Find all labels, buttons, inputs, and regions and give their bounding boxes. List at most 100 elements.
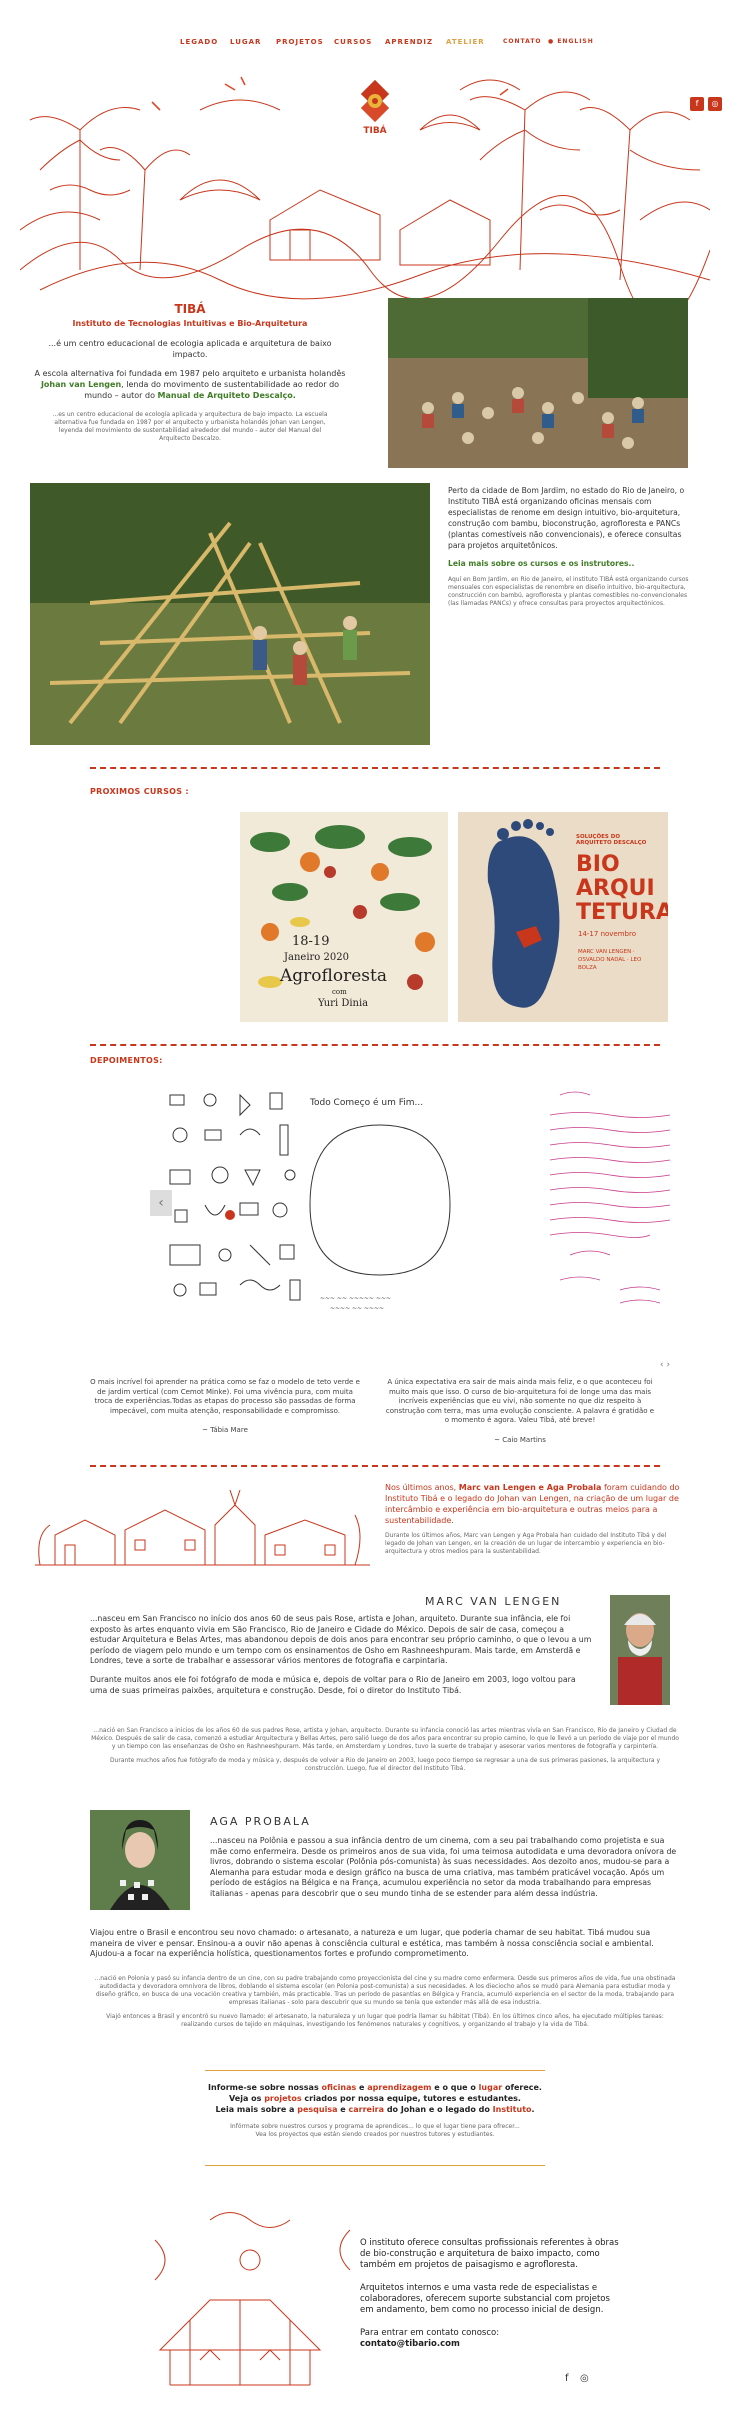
courses-read-more-link[interactable]: Leia mais sobre os cursos e os instrutor… — [448, 559, 693, 568]
info-line-3: Leia mais sobre a pesquisa e carreira do… — [90, 2104, 660, 2115]
johan-link[interactable]: Johan van Lengen — [41, 380, 121, 389]
info-l3-a: Leia mais sobre a — [215, 2105, 298, 2114]
aga-bio-p1: ...nasceu na Polônia e passou a sua infâ… — [210, 1836, 677, 1898]
contact-p2: Arquitetos internos e uma vasta rede de … — [360, 2283, 610, 2315]
poster-bioarquitetura[interactable]: SOLUÇÕES DO ARQUITETO DESCALÇO BIO ARQUI… — [458, 812, 668, 1022]
lugar-link[interactable]: lugar — [479, 2083, 503, 2092]
marc-name: MARC VAN LENGEN — [425, 1595, 562, 1608]
nav-cursos[interactable]: CURSOS — [334, 38, 372, 46]
oficinas-link[interactable]: oficinas — [322, 2083, 357, 2092]
svg-text:~~~~ ~~ ~~~~: ~~~~ ~~ ~~~~ — [330, 1305, 384, 1312]
footer-facebook-icon[interactable]: f — [565, 2373, 569, 2384]
aga-photo — [90, 1810, 190, 1910]
courses-intro-spanish: Aquí en Bom Jardim, en Rio de Janeiro, e… — [448, 576, 689, 607]
aga-es-2: Viajó entonces a Brasil y encontró su nu… — [106, 2013, 664, 2028]
nav-aprendiz[interactable]: APRENDIZ — [385, 38, 433, 46]
group-photo — [388, 298, 688, 468]
sketch-handwriting: Todo Começo é um Fim... — [309, 1097, 423, 1108]
legacy-p1-a: Nos últimos anos, — [385, 1483, 459, 1492]
courses-intro-text: Perto da cidade de Bom Jardim, no estado… — [448, 486, 685, 550]
manual-link[interactable]: Manual de Arquiteto Descalço. — [158, 391, 296, 400]
intro-spanish: ...es un centro educacional de ecología … — [52, 411, 328, 442]
proximos-heading: PROXIMOS CURSOS : — [90, 787, 189, 796]
marc-bio-p1: ...nasceu em San Francisco no início dos… — [90, 1614, 592, 1666]
poster2-tet: TETURA — [576, 900, 668, 925]
nav-legado[interactable]: LEGADO — [180, 38, 218, 46]
aga-es-1: ...nació en Polonia y pasó su infancia d… — [94, 1975, 676, 2006]
top-nav: LEGADO LUGAR PROJETOS CURSOS APRENDIZ AT… — [0, 38, 750, 52]
info-line-1: Informe-se sobre nossas oficinas e apren… — [90, 2082, 660, 2093]
nav-english[interactable]: ● ENGLISH — [548, 38, 594, 45]
carousel-prev-button[interactable]: ‹ — [150, 1190, 172, 1216]
marc-bio: ...nasceu em San Francisco no início dos… — [90, 1614, 595, 1696]
carousel-arrows[interactable]: ‹ › — [660, 1360, 670, 1370]
aga-bio-p2-wrap: Viajou entre o Brasil e encontrou seu no… — [90, 1928, 680, 1960]
contact-block: O instituto oferece consultas profission… — [360, 2238, 620, 2350]
legacy-block: Nos últimos anos, Marc van Lengen e Aga … — [385, 1482, 685, 1556]
divider-3 — [90, 1465, 660, 1467]
marc-es-2: Durante muchos años fue fotógrafo de mod… — [109, 1757, 661, 1772]
bamboo-photo — [30, 483, 430, 745]
marc-bio-spanish: ...nació en San Francisco a inicios de l… — [90, 1727, 680, 1773]
footer-instagram-icon[interactable]: ◎ — [580, 2373, 589, 2384]
info-links: Informe-se sobre nossas oficinas e apren… — [90, 2082, 660, 2139]
divider-5 — [205, 2165, 545, 2166]
divider-2 — [90, 1044, 660, 1046]
testimonial-sketch-drawing: Todo Começo é um Fim... ~~~ ~~ ~~~~~ ~~~… — [290, 1085, 471, 1326]
intro-tagline: ...é um centro educacional de ecologia a… — [48, 339, 332, 359]
studio-sketch — [150, 2200, 360, 2395]
testimonial-2-text: A única expectativa era sair de mais ain… — [385, 1378, 655, 1424]
pesquisa-link[interactable]: pesquisa — [297, 2105, 337, 2114]
info-l1-a: Informe-se sobre nossas — [208, 2083, 322, 2092]
aprendizagem-link[interactable]: aprendizagem — [367, 2083, 431, 2092]
village-sketch — [35, 1480, 370, 1575]
aga-bio-spanish: ...nació en Polonia y pasó su infancia d… — [90, 1975, 680, 2029]
intro-paragraph: A escola alternativa foi fundada em 1987… — [30, 368, 350, 401]
instagram-icon[interactable]: ◎ — [708, 97, 722, 111]
svg-text:~~~ ~~ ~~~~~ ~~~: ~~~ ~~ ~~~~~ ~~~ — [320, 1295, 391, 1302]
poster1-title: Agrofloresta — [280, 966, 387, 986]
carreira-link[interactable]: carreira — [348, 2105, 384, 2114]
poster1-with: com — [332, 988, 347, 996]
contact-p3: Para entrar em contato conosco: — [360, 2328, 500, 2338]
nav-lugar[interactable]: LUGAR — [230, 38, 261, 46]
testimonial-2: A única expectativa era sair de mais ain… — [385, 1378, 655, 1445]
aga-name: AGA PROBALA — [210, 1815, 311, 1828]
aga-bio-p1-wrap: ...nasceu na Polônia e passou a sua infâ… — [210, 1836, 680, 1900]
poster2-arq: ARQUI — [576, 876, 655, 901]
poster2-top: SOLUÇÕES DO ARQUITETO DESCALÇO — [576, 834, 647, 846]
testimonial-handwritten-note — [540, 1085, 680, 1320]
info-l3-g: . — [531, 2105, 535, 2114]
divider-1 — [90, 767, 660, 769]
courses-intro: Perto da cidade de Bom Jardim, no estado… — [448, 485, 693, 608]
info-l2-c: criados por nossa equipe, tutores e estu… — [301, 2094, 521, 2103]
info-l1-g: oferece. — [502, 2083, 542, 2092]
info-line-2: Veja os projetos criados por nossa equip… — [90, 2093, 660, 2104]
aga-bio-p2: Viajou entre o Brasil e encontrou seu no… — [90, 1928, 654, 1959]
nav-atelier[interactable]: ATELIER — [446, 38, 485, 46]
logo-text: TIBÁ — [363, 126, 387, 136]
poster1-name: Yuri Dinia — [318, 998, 369, 1009]
contact-p1: O instituto oferece consultas profission… — [360, 2238, 619, 2270]
legacy-names: Marc van Lengen e Aga Probala — [458, 1483, 602, 1492]
testimonial-1-author: ~ Tábia Mare — [202, 1426, 248, 1434]
tiba-logo-icon[interactable] — [352, 79, 398, 126]
intro-p1-a: A escola alternativa foi fundada em 1987… — [34, 369, 346, 378]
marc-bio-p2: Durante muitos anos ele foi fotógrafo de… — [90, 1674, 576, 1695]
poster1-dates: 18-19 — [292, 934, 330, 949]
contact-email-link[interactable]: contato@tibario.com — [360, 2339, 620, 2350]
intro-title: TIBÁ — [174, 302, 206, 316]
legacy-spanish: Durante los últimos años, Marc van Lenge… — [385, 1532, 667, 1555]
poster1-month: Janeiro 2020 — [284, 952, 349, 963]
depoimentos-heading: DEPOIMENTOS: — [90, 1056, 163, 1065]
projetos-link[interactable]: projetos — [264, 2094, 301, 2103]
instituto-link[interactable]: Instituto — [493, 2105, 532, 2114]
poster-agrofloresta[interactable]: 18-19 Janeiro 2020 Agrofloresta com Yuri… — [240, 812, 448, 1022]
nav-contato[interactable]: CONTATO — [503, 38, 542, 45]
marc-es-1: ...nació en San Francisco a inicios de l… — [91, 1727, 679, 1750]
info-l3-c: e — [337, 2105, 349, 2114]
marc-photo — [610, 1595, 670, 1705]
divider-4 — [205, 2070, 545, 2071]
nav-projetos[interactable]: PROJETOS — [276, 38, 324, 46]
poster2-bio: BIO — [576, 852, 620, 877]
